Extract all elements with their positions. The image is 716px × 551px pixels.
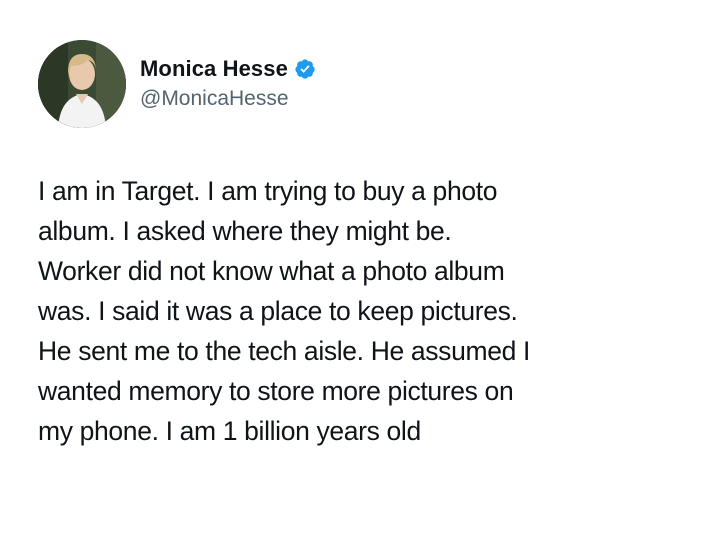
tweet-card: Monica Hesse @MonicaHesse I am in Target… bbox=[0, 0, 716, 551]
avatar-photo-icon bbox=[38, 40, 126, 128]
author-display-name[interactable]: Monica Hesse bbox=[140, 56, 288, 82]
author-name-block: Monica Hesse @MonicaHesse bbox=[140, 53, 316, 111]
author-avatar[interactable] bbox=[38, 40, 126, 128]
tweet-header: Monica Hesse @MonicaHesse bbox=[38, 38, 316, 130]
tweet-text: I am in Target. I am trying to buy a pho… bbox=[38, 176, 530, 446]
verified-badge-icon bbox=[294, 58, 316, 80]
name-row: Monica Hesse bbox=[140, 53, 316, 85]
author-handle[interactable]: @MonicaHesse bbox=[140, 87, 316, 111]
